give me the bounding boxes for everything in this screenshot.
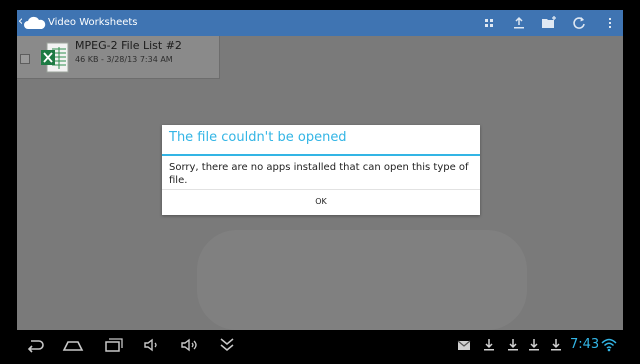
download-icon (508, 339, 518, 351)
error-dialog: The file couldn't be opened Sorry, there… (162, 125, 480, 215)
folder-title: Video Worksheets (48, 17, 138, 28)
file-list-item[interactable]: MPEG-2 File List #2 46 KB - 3/28/13 7:34… (17, 36, 220, 79)
home-icon[interactable] (62, 336, 84, 354)
excel-file-icon (41, 42, 69, 73)
dialog-title: The file couldn't be opened (169, 130, 347, 145)
upload-icon[interactable] (511, 15, 527, 31)
file-checkbox[interactable] (20, 54, 30, 64)
volume-up-icon[interactable] (179, 336, 201, 354)
back-icon[interactable] (24, 336, 46, 354)
recent-apps-icon[interactable] (102, 336, 124, 354)
grid-view-icon[interactable] (481, 15, 497, 31)
file-metadata: 46 KB - 3/28/13 7:34 AM (75, 55, 173, 64)
skydrive-cloud-icon[interactable] (23, 15, 47, 31)
file-name: MPEG-2 File List #2 (75, 39, 182, 52)
action-bar: ‹ Video Worksheets (17, 10, 623, 36)
ok-button[interactable]: OK (162, 190, 480, 215)
volume-down-icon[interactable] (141, 336, 163, 354)
clock: 7:43 (570, 337, 600, 352)
dialog-title-divider (162, 154, 480, 156)
new-folder-icon[interactable] (541, 15, 557, 31)
refresh-icon[interactable] (571, 15, 587, 31)
gmail-icon (457, 340, 471, 350)
hide-keyboard-icon[interactable] (216, 336, 238, 354)
dialog-message: Sorry, there are no apps installed that … (169, 162, 469, 186)
background-shape (197, 230, 527, 330)
download-icon (484, 339, 494, 351)
wifi-icon (601, 338, 617, 352)
download-icon (551, 339, 561, 351)
system-navigation-bar: 7:43 (17, 330, 623, 364)
download-icon (529, 339, 539, 351)
overflow-menu-icon[interactable] (602, 15, 618, 31)
